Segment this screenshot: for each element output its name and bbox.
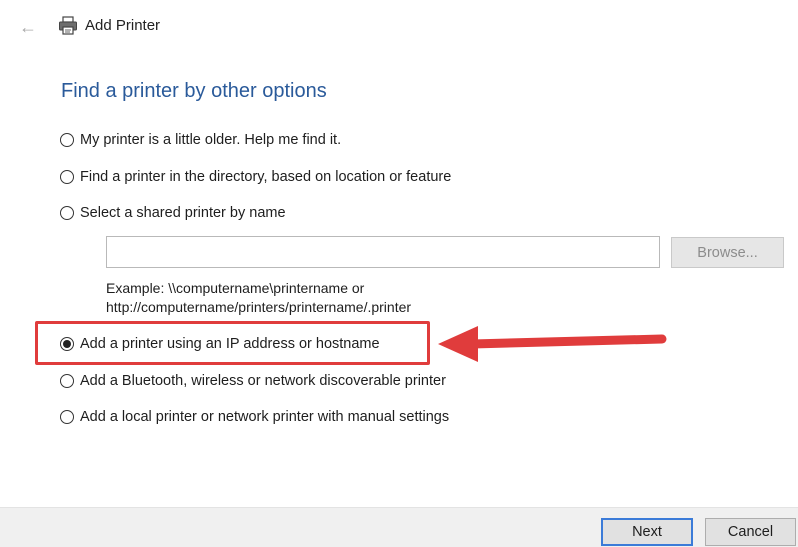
radio-button[interactable]: [60, 410, 74, 424]
example-text: Example: \\computername\printername or h…: [106, 279, 411, 317]
option-bluetooth-wireless[interactable]: Add a Bluetooth, wireless or network dis…: [60, 370, 446, 392]
example-line-2: http://computername/printers/printername…: [106, 299, 412, 315]
option-label: Find a printer in the directory, based o…: [80, 169, 452, 185]
option-directory-search[interactable]: Find a printer in the directory, based o…: [60, 166, 451, 188]
cancel-button[interactable]: Cancel: [705, 518, 796, 546]
option-label: Add a local printer or network printer w…: [80, 409, 450, 425]
radio-button[interactable]: [60, 206, 74, 220]
option-label: My printer is a little older. Help me fi…: [80, 132, 342, 148]
title-bar: ← Add Printer: [0, 0, 798, 56]
example-line-1: Example: \\computername\printername or: [106, 280, 365, 296]
option-shared-printer[interactable]: Select a shared printer by name: [60, 202, 286, 224]
radio-button[interactable]: [60, 133, 74, 147]
shared-printer-name-input[interactable]: [106, 236, 660, 268]
annotation-highlight-box: [35, 321, 430, 365]
browse-button[interactable]: Browse...: [671, 237, 784, 268]
back-arrow-icon[interactable]: ←: [14, 14, 42, 40]
radio-button[interactable]: [60, 170, 74, 184]
page-heading: Find a printer by other options: [61, 80, 327, 102]
option-older-printer[interactable]: My printer is a little older. Help me fi…: [60, 129, 341, 151]
window-title: Add Printer: [85, 17, 161, 34]
printer-icon: [59, 16, 77, 35]
annotation-arrow-icon: [438, 326, 667, 362]
radio-button[interactable]: [60, 374, 74, 388]
next-button[interactable]: Next: [601, 518, 693, 546]
option-local-printer[interactable]: Add a local printer or network printer w…: [60, 406, 449, 428]
option-label: Select a shared printer by name: [80, 205, 286, 221]
option-label: Add a Bluetooth, wireless or network dis…: [80, 373, 446, 389]
